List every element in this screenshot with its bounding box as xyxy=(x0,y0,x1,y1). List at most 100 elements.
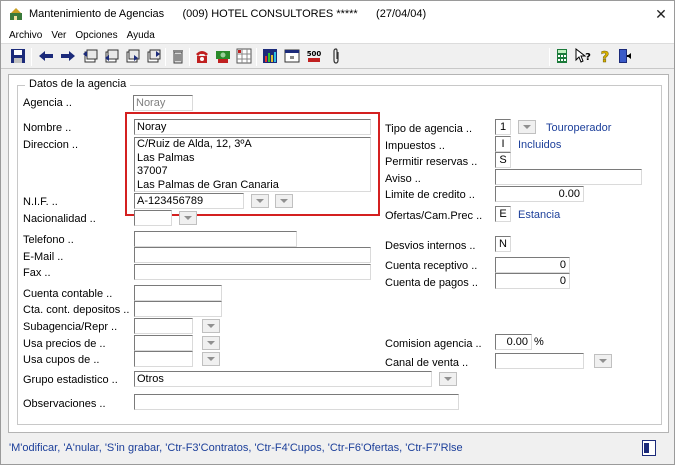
window-title: Mantenimiento de Agencias (009) HOTEL CO… xyxy=(29,8,427,20)
agencia-field[interactable]: Noray xyxy=(133,95,193,111)
fax-field[interactable] xyxy=(134,264,371,280)
cuenta-contable-field[interactable] xyxy=(134,285,222,301)
percent-unit: % xyxy=(534,336,544,348)
limite-credito-field[interactable]: 0.00 xyxy=(495,186,584,202)
record-last-icon[interactable] xyxy=(144,47,162,65)
desvios-internos-field[interactable]: N xyxy=(495,236,511,252)
record-first-icon[interactable] xyxy=(81,47,99,65)
question-icon[interactable]: ? xyxy=(596,47,614,65)
close-icon[interactable]: ✕ xyxy=(652,5,670,23)
permitir-reservas-field[interactable]: S xyxy=(495,152,511,168)
toolbar-separator xyxy=(256,48,257,66)
observaciones-label: Observaciones .. xyxy=(23,398,106,410)
agencia-label: Agencia .. xyxy=(23,97,72,109)
comision-agencia-field[interactable]: 0.00 xyxy=(495,334,532,350)
cuenta-receptivo-field[interactable]: 0 xyxy=(495,257,570,273)
ofertas-label: Ofertas/Cam.Prec .. xyxy=(385,210,483,222)
status-shortcuts-text: 'M'odificar, 'A'nular, 'S'in grabar, 'Ct… xyxy=(9,442,463,454)
desvios-internos-label: Desvios internos .. xyxy=(385,240,476,252)
toolbar-separator xyxy=(549,48,550,66)
toolbar-separator xyxy=(189,48,190,66)
cta-depositos-field[interactable] xyxy=(134,301,222,317)
money-icon[interactable] xyxy=(214,47,232,65)
record-next-icon[interactable] xyxy=(123,47,141,65)
toolbar-separator xyxy=(31,48,32,66)
direccion-line-4: Las Palmas de Gran Canaria xyxy=(137,178,279,191)
nif-field[interactable]: A-123456789 xyxy=(134,193,244,209)
observaciones-field[interactable] xyxy=(134,394,459,410)
toolbar-separator xyxy=(165,48,166,66)
usa-precios-dropdown-button[interactable] xyxy=(202,336,220,350)
menu-ver[interactable]: Ver xyxy=(51,30,66,41)
record-prev-icon[interactable] xyxy=(102,47,120,65)
nacionalidad-label: Nacionalidad .. xyxy=(23,213,96,225)
keyboard-status-icon xyxy=(642,440,656,456)
grid-icon[interactable] xyxy=(235,47,253,65)
impuestos-description: Incluidos xyxy=(518,139,562,151)
email-label: E-Mail .. xyxy=(23,251,64,263)
usa-cupos-label: Usa cupos de .. xyxy=(23,354,100,366)
back-arrow-icon[interactable] xyxy=(37,47,55,65)
svg-text:?: ? xyxy=(601,48,610,64)
toolbar: 500 ? ? xyxy=(1,43,674,69)
usa-cupos-field[interactable] xyxy=(134,351,193,367)
grupo-estadistico-label: Grupo estadistico .. xyxy=(23,374,118,386)
menu-archivo[interactable]: Archivo xyxy=(9,30,42,41)
usa-precios-label: Usa precios de .. xyxy=(23,338,106,350)
aviso-field[interactable] xyxy=(495,169,642,185)
email-field[interactable] xyxy=(134,247,371,263)
grid-500-icon[interactable]: 500 xyxy=(305,47,323,65)
calculator-icon[interactable] xyxy=(553,47,571,65)
window-icon[interactable] xyxy=(283,47,301,65)
trash-icon[interactable] xyxy=(169,47,187,65)
chart-icon[interactable] xyxy=(261,47,279,65)
telefono-label: Telefono .. xyxy=(23,234,74,246)
tipo-agencia-description: Touroperador xyxy=(546,122,612,134)
direccion-line-1: C/Ruiz de Alda, 12, 3ºA xyxy=(137,138,252,150)
aviso-label: Aviso .. xyxy=(385,173,421,185)
subagencia-field[interactable] xyxy=(134,318,193,334)
grupo-estadistico-dropdown-button[interactable] xyxy=(439,372,457,386)
canal-venta-label: Canal de venta .. xyxy=(385,357,469,369)
limite-credito-label: Limite de credito .. xyxy=(385,189,475,201)
nif-dropdown-button[interactable] xyxy=(251,194,269,208)
tipo-agencia-dropdown-button[interactable] xyxy=(518,120,536,134)
direccion-line-3: 37007 xyxy=(137,165,168,177)
cuenta-pagos-label: Cuenta de pagos .. xyxy=(385,277,478,289)
direccion-field[interactable]: C/Ruiz de Alda, 12, 3ºA Las Palmas 37007… xyxy=(134,137,371,192)
ofertas-field[interactable]: E xyxy=(495,206,511,222)
exit-door-icon[interactable] xyxy=(616,47,634,65)
cuenta-contable-label: Cuenta contable .. xyxy=(23,288,113,300)
permitir-reservas-label: Permitir reservas .. xyxy=(385,156,478,168)
forward-arrow-icon[interactable] xyxy=(59,47,77,65)
nombre-field[interactable]: Noray xyxy=(134,119,371,135)
fax-label: Fax .. xyxy=(23,267,51,279)
usa-cupos-dropdown-button[interactable] xyxy=(202,352,220,366)
nacionalidad-field[interactable] xyxy=(134,210,172,226)
menu-ayuda[interactable]: Ayuda xyxy=(127,30,155,41)
cuenta-receptivo-label: Cuenta receptivo .. xyxy=(385,260,478,272)
usa-precios-field[interactable] xyxy=(134,335,193,351)
tipo-agencia-field[interactable]: 1 xyxy=(495,119,511,135)
svg-text:?: ? xyxy=(585,52,591,63)
save-icon[interactable] xyxy=(9,47,27,65)
phone-icon[interactable] xyxy=(193,47,211,65)
impuestos-field[interactable]: I xyxy=(495,136,511,152)
help-cursor-icon[interactable]: ? xyxy=(574,47,592,65)
tipo-agencia-label: Tipo de agencia .. xyxy=(385,123,473,135)
menu-bar: Archivo Ver Opciones Ayuda xyxy=(1,27,674,43)
app-icon xyxy=(10,8,22,20)
paperclip-icon[interactable] xyxy=(327,47,345,65)
cuenta-pagos-field[interactable]: 0 xyxy=(495,273,570,289)
canal-venta-dropdown-button[interactable] xyxy=(594,354,612,368)
telefono-field[interactable] xyxy=(134,231,297,247)
svg-text:500: 500 xyxy=(307,50,322,58)
canal-venta-field[interactable] xyxy=(495,353,584,369)
group-title: Datos de la agencia xyxy=(25,78,131,90)
subagencia-dropdown-button[interactable] xyxy=(202,319,220,333)
comision-agencia-label: Comision agencia .. xyxy=(385,338,482,350)
menu-opciones[interactable]: Opciones xyxy=(75,30,117,41)
nacionalidad-dropdown-button[interactable] xyxy=(179,211,197,225)
nif-dropdown-button-2[interactable] xyxy=(275,194,293,208)
grupo-estadistico-field[interactable]: Otros xyxy=(134,371,432,387)
